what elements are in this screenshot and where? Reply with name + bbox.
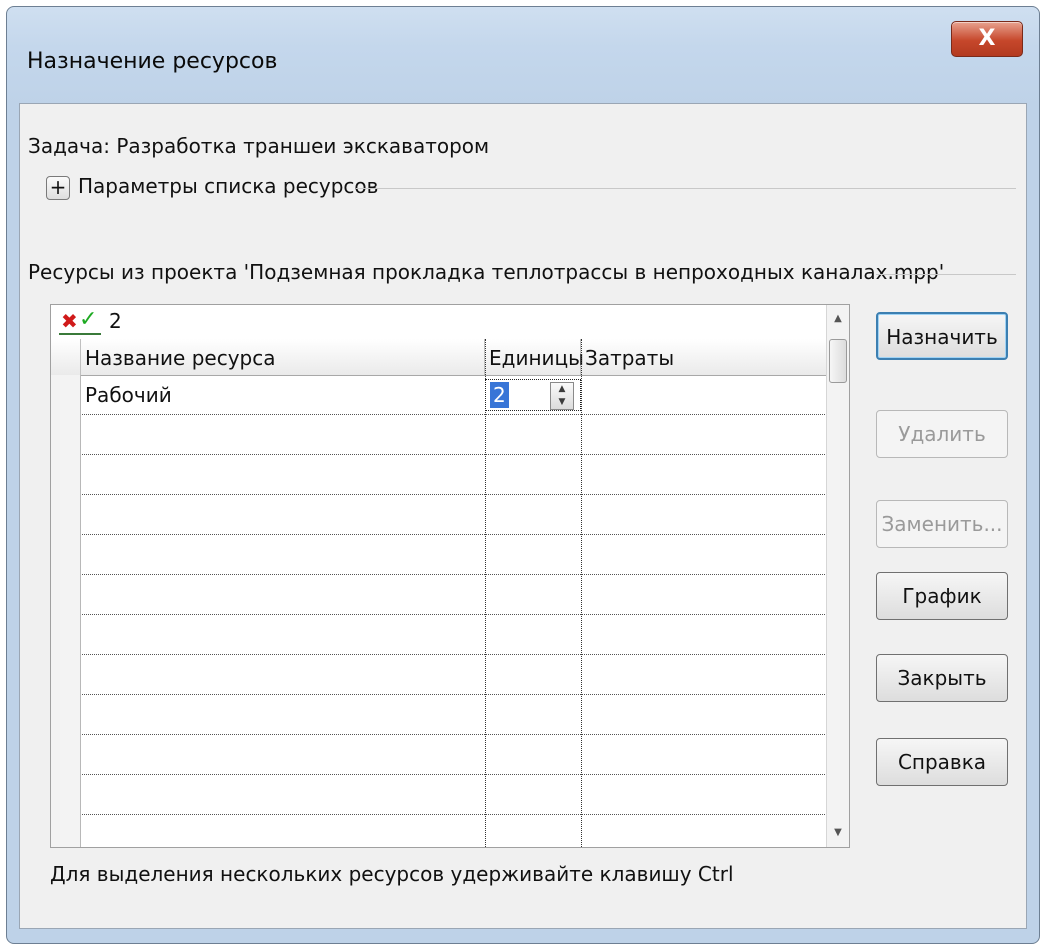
row-selector[interactable]: [51, 375, 81, 415]
column-header-name[interactable]: Название ресурса: [81, 339, 485, 375]
table-row[interactable]: [51, 495, 831, 535]
resource-grid[interactable]: ✖ ✓ 2 Название ресурса Единицы Затраты Р…: [50, 304, 850, 848]
table-row[interactable]: [51, 735, 831, 775]
row-selector[interactable]: [51, 495, 81, 535]
row-selector[interactable]: [51, 455, 81, 495]
resources-separator: [876, 274, 1016, 275]
close-window-button[interactable]: X: [951, 21, 1023, 57]
row-selector[interactable]: [51, 815, 81, 847]
graphs-button[interactable]: График: [876, 572, 1008, 620]
scroll-thumb[interactable]: [829, 339, 847, 383]
table-row[interactable]: [51, 815, 831, 847]
table-row[interactable]: Рабочий 2 ▲ ▼: [51, 375, 831, 415]
grid-header: Название ресурса Единицы Затраты: [51, 339, 831, 376]
replace-button[interactable]: Заменить...: [876, 500, 1008, 548]
cost-cell[interactable]: [581, 375, 831, 415]
row-selector[interactable]: [51, 535, 81, 575]
table-row[interactable]: [51, 695, 831, 735]
edit-bar-input[interactable]: 2: [109, 309, 122, 333]
remove-button[interactable]: Удалить: [876, 410, 1008, 458]
row-selector[interactable]: [51, 415, 81, 455]
table-row[interactable]: [51, 615, 831, 655]
accept-entry-icon[interactable]: ✓: [79, 308, 101, 332]
resource-list-options-label[interactable]: Параметры списка ресурсов: [78, 174, 378, 198]
table-row[interactable]: [51, 575, 831, 615]
multi-select-hint: Для выделения нескольких ресурсов удержи…: [50, 862, 734, 886]
units-value[interactable]: 2: [490, 382, 509, 408]
table-row[interactable]: [51, 535, 831, 575]
row-selector[interactable]: [51, 775, 81, 815]
table-row[interactable]: [51, 775, 831, 815]
spin-up-icon[interactable]: ▲: [551, 383, 573, 396]
units-spinner[interactable]: 2 ▲ ▼: [485, 379, 581, 411]
options-separator: [356, 188, 1016, 189]
table-row[interactable]: [51, 455, 831, 495]
row-selector[interactable]: [51, 615, 81, 655]
vertical-scrollbar[interactable]: ▲ ▼: [826, 305, 849, 847]
cancel-entry-icon[interactable]: ✖: [61, 311, 78, 331]
scroll-down-icon[interactable]: ▼: [827, 823, 849, 843]
dialog-window: Назначение ресурсов X Задача: Разработка…: [6, 6, 1040, 944]
resources-section-label: Ресурсы из проекта 'Подземная прокладка …: [28, 260, 945, 284]
row-selector[interactable]: [51, 695, 81, 735]
expand-options-button[interactable]: +: [46, 176, 70, 200]
dialog-title: Назначение ресурсов: [27, 49, 278, 74]
edit-bar: ✖ ✓ 2: [51, 305, 831, 340]
dialog-body: Задача: Разработка траншеи экскаватором …: [19, 103, 1027, 929]
edit-bar-underline: [59, 333, 101, 335]
row-selector[interactable]: [51, 735, 81, 775]
table-row[interactable]: [51, 655, 831, 695]
close-button[interactable]: Закрыть: [876, 654, 1008, 702]
spin-down-icon[interactable]: ▼: [551, 396, 573, 409]
column-header-units[interactable]: Единицы: [485, 339, 584, 375]
title-bar[interactable]: Назначение ресурсов X: [7, 7, 1039, 107]
scroll-up-icon[interactable]: ▲: [827, 309, 849, 329]
row-selector[interactable]: [51, 655, 81, 695]
table-row[interactable]: [51, 415, 831, 455]
help-button[interactable]: Справка: [876, 738, 1008, 786]
resource-name-cell[interactable]: Рабочий: [81, 375, 485, 415]
spinner-buttons[interactable]: ▲ ▼: [550, 382, 574, 410]
header-corner: [51, 339, 81, 375]
assign-button[interactable]: Назначить: [876, 312, 1008, 360]
column-header-cost[interactable]: Затраты: [581, 339, 831, 375]
row-selector[interactable]: [51, 575, 81, 615]
task-label: Задача: Разработка траншеи экскаватором: [28, 134, 490, 158]
